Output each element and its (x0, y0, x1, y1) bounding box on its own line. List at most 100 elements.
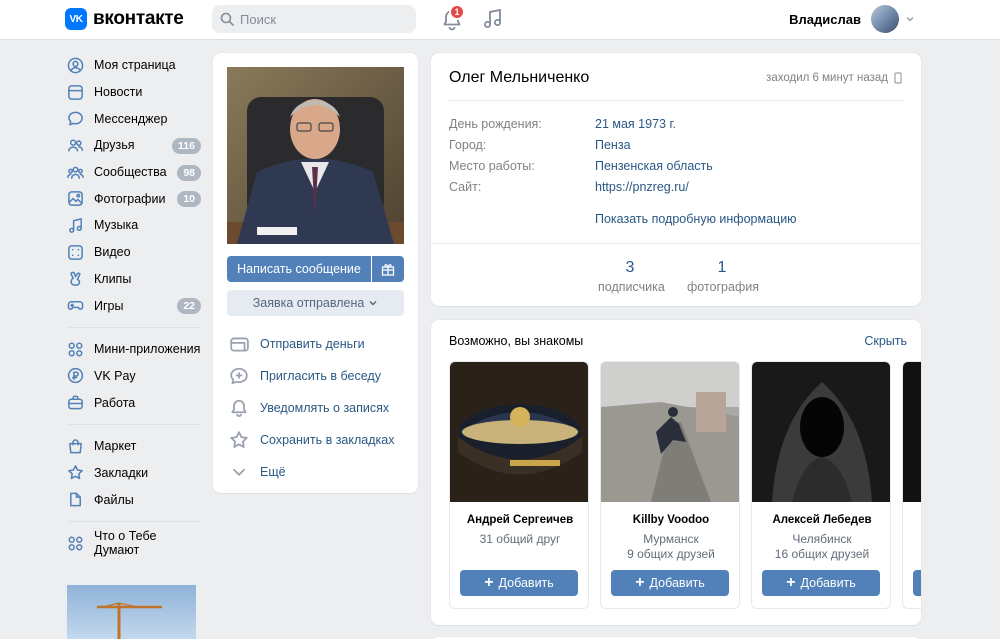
info-value[interactable]: 21 мая 1973 г. (595, 117, 676, 131)
message-icon (68, 111, 83, 126)
sidebar-item-label: Что о Тебе Думают (93, 529, 157, 558)
suggestions-card: Возможно, вы знакомы Скрыть Андрей Серге… (431, 320, 921, 625)
profile-photo[interactable] (227, 67, 404, 244)
sidebar-item-items3-2[interactable]: Файлы (60, 486, 205, 513)
sidebar-item-items-3[interactable]: Друзья 116 (60, 132, 205, 159)
music-player-icon[interactable] (482, 8, 504, 30)
profile-action-2[interactable]: Уведомлять о записях (227, 392, 407, 424)
info-divider (449, 100, 903, 101)
suggestion-mutual: 16 общих друзей (774, 547, 870, 561)
user-menu[interactable]: Владислав (789, 5, 915, 33)
mobile-phone-icon (894, 72, 902, 84)
profile-action-0[interactable]: Отправить деньги (227, 328, 407, 360)
suggestion-photo[interactable] (450, 362, 588, 502)
games-icon (67, 300, 84, 310)
profile-action-3[interactable]: Сохранить в закладках (227, 424, 407, 456)
search-icon (220, 12, 234, 26)
suggestion-card[interactable]: Алексей Лебедев Челябинск 16 общих друзей +… (751, 361, 891, 609)
sidebar-item-label: Мессенджер (94, 111, 168, 126)
current-user-name: Владислав (789, 11, 861, 27)
add-friend-button[interactable]: + Добавить (611, 570, 729, 596)
plus-icon: + (786, 574, 796, 591)
add-friend-label: Добавить (649, 576, 705, 590)
counter-followers[interactable]: 3 подписчика (598, 259, 665, 294)
music-icon (69, 218, 82, 233)
profile-action-label: Сохранить в закладках (260, 433, 395, 447)
sidebar-item-items3-1[interactable]: Закладки (60, 460, 205, 487)
counter-number: 1 (717, 259, 727, 276)
sidebar-item-items-4[interactable]: Сообщества 98 (60, 159, 205, 186)
sidebar-item-items-5[interactable]: Фотографии 10 (60, 185, 205, 212)
sidebar-item-items-1[interactable]: Новости (60, 79, 205, 106)
sidebar-item-label: Закладки (94, 465, 149, 480)
vk-logo[interactable]: VK вконтакте (65, 8, 184, 30)
profile-action-4[interactable]: Ещё (227, 456, 407, 488)
search-input[interactable] (240, 11, 410, 27)
sidebar-item-items-9[interactable]: Игры 22 (60, 292, 205, 319)
vkpay-icon (67, 368, 84, 384)
suggestion-card[interactable]: Killby Voodoo Мурманск 9 общих друзей + Доба… (600, 361, 740, 609)
sidebar-item-items-2[interactable]: Мессенджер (60, 105, 205, 132)
info-value[interactable]: Пенза (595, 138, 631, 152)
profile-actions-list: Отправить деньги Пригласить в беседу Уведо… (227, 328, 407, 488)
sidebar-item-label: Новости (94, 85, 143, 100)
suggestion-card[interactable]: Андрей Сергеичев 31 общий друг + Добавить (449, 361, 589, 609)
suggestions-list: Андрей Сергеичев 31 общий друг + Добавить Ki… (449, 361, 921, 609)
apps-icon (68, 342, 83, 357)
sidebar-item-label: Мини-приложения (94, 342, 201, 357)
sidebar-item-label: Сообщества (94, 165, 167, 180)
profile-card: Написать сообщение Заявка отправлена Отп… (213, 53, 418, 493)
money-icon (230, 337, 249, 352)
star-icon (230, 431, 248, 448)
counter-photos[interactable]: 1 фотография (687, 259, 759, 294)
profile-action-1[interactable]: Пригласить в беседу (227, 360, 407, 392)
hide-suggestions-link[interactable]: Скрыть (864, 334, 907, 348)
sidebar-ad-image[interactable] (67, 585, 196, 639)
sidebar-item-items-0[interactable]: Моя страница (60, 52, 205, 79)
suggestion-photo[interactable] (601, 362, 739, 502)
profile-action-label: Ещё (260, 465, 286, 479)
left-sidebar: Моя страница Новости Мессенджер Друзья 116 Со… (60, 52, 205, 557)
sidebar-divider (68, 423, 200, 425)
show-details-link[interactable]: Показать подробную информацию (595, 212, 797, 226)
info-row: День рождения: 21 мая 1973 г. (449, 117, 676, 131)
clips-icon (70, 271, 81, 287)
friend-request-sent-button[interactable]: Заявка отправлена (227, 290, 404, 316)
video-icon (68, 244, 83, 260)
info-row: Сайт: https://pnzreg.ru/ (449, 180, 689, 194)
suggestion-info: Мурманск (643, 532, 699, 546)
sidebar-divider (68, 521, 200, 522)
info-value[interactable]: Пензенская область (595, 159, 713, 173)
sidebar-item-label: Файлы (94, 492, 134, 507)
info-value[interactable]: https://pnzreg.ru/ (595, 180, 689, 194)
plus-icon: + (484, 574, 494, 591)
profile-action-label: Уведомлять о записях (260, 401, 390, 415)
vk-logo-mark: VK (65, 8, 87, 30)
profile-action-label: Отправить деньги (260, 337, 365, 351)
suggestion-name[interactable]: Андрей Сергеичев (450, 514, 588, 526)
bell-icon (231, 399, 247, 417)
sidebar-item-items-6[interactable]: Музыка (60, 212, 205, 239)
friend-request-label: Заявка отправлена (252, 296, 365, 310)
send-gift-button[interactable] (372, 256, 404, 282)
suggestion-name[interactable]: Алексей Лебедев (752, 514, 890, 526)
add-friend-button[interactable]: + Добавить (460, 570, 578, 596)
sidebar-item-items4-0[interactable]: Что о Тебе Думают (60, 529, 205, 558)
sidebar-item-items-8[interactable]: Клипы (60, 266, 205, 293)
search-box[interactable] (212, 5, 416, 33)
sidebar-item-items2-1[interactable]: VK Pay (60, 363, 205, 390)
add-friend-button[interactable]: + Добавить (762, 570, 880, 596)
suggestion-name[interactable]: Killby Voodoo (601, 514, 739, 526)
suggestion-card-partial[interactable] (902, 361, 921, 609)
suggestion-photo[interactable] (752, 362, 890, 502)
sidebar-item-items2-0[interactable]: Мини-приложения (60, 336, 205, 363)
last-seen-status: заходил 6 минут назад (766, 72, 903, 84)
sidebar-item-items2-2[interactable]: Работа (60, 389, 205, 416)
sidebar-item-items-7[interactable]: Видео (60, 239, 205, 266)
file-icon (70, 492, 81, 507)
sidebar-item-label: Друзья (94, 138, 135, 153)
send-message-button[interactable]: Написать сообщение (227, 256, 371, 282)
sidebar-item-count: 98 (177, 164, 201, 181)
user-circle-icon (67, 57, 84, 74)
sidebar-item-items3-0[interactable]: Маркет (60, 433, 205, 460)
